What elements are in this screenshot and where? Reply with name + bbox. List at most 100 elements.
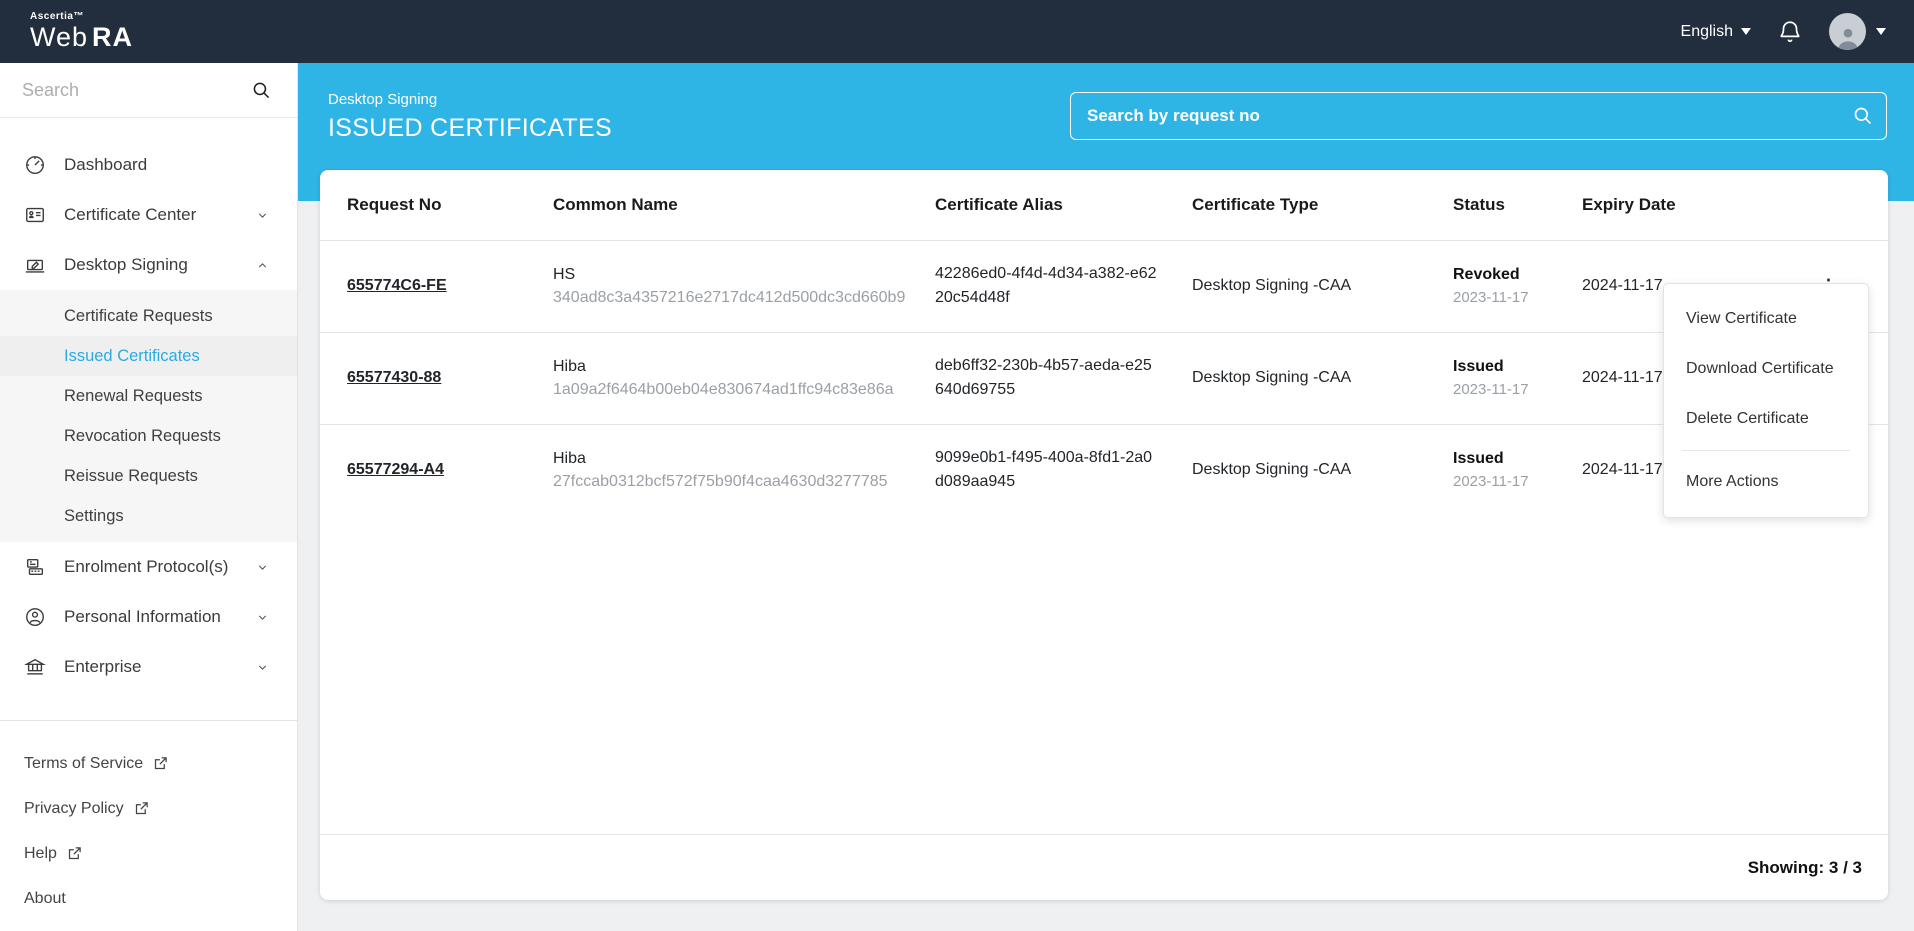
page-header: Desktop Signing ISSUED CERTIFICATES bbox=[328, 91, 612, 143]
common-name: Hiba bbox=[553, 450, 586, 468]
sidebar-item-label: Certificate Center bbox=[64, 205, 197, 224]
column-header-status: Status bbox=[1453, 194, 1505, 214]
topbar-actions: English bbox=[1681, 13, 1886, 50]
chevron-down-icon bbox=[258, 664, 267, 670]
table-footer: Showing: 3 / 3 bbox=[320, 834, 1888, 900]
column-header-certificate-type: Certificate Type bbox=[1192, 194, 1319, 214]
chevron-down-icon bbox=[258, 212, 267, 218]
chevron-down-icon bbox=[1876, 27, 1886, 35]
enrolment-protocol-icon bbox=[26, 558, 44, 576]
chevron-down-icon bbox=[258, 564, 267, 570]
sidebar-search-input[interactable] bbox=[22, 79, 242, 101]
sidebar-item-label: Enterprise bbox=[64, 657, 142, 676]
request-search-button[interactable] bbox=[1840, 93, 1886, 139]
status-badge: Issued bbox=[1453, 357, 1504, 375]
column-header-actions bbox=[1820, 170, 1888, 240]
certificate-alias: deb6ff32-230b-4b57-aeda-e25640d69755 bbox=[935, 331, 1192, 424]
search-icon bbox=[1854, 107, 1872, 125]
certificate-card-icon bbox=[26, 207, 44, 223]
common-name-hash: 340ad8c3a4357216e2717dc412d500dc3cd660b9 bbox=[553, 289, 906, 306]
status-badge: Issued bbox=[1453, 450, 1504, 467]
webra-app: Ascertia™ Web RA English Search Dashboar… bbox=[0, 0, 1914, 931]
menu-item-delete-certificate[interactable]: Delete Certificate bbox=[1664, 394, 1868, 444]
chevron-down-icon bbox=[258, 614, 267, 620]
request-no-link[interactable]: 65577430-88 bbox=[347, 369, 441, 386]
brand-logo: Ascertia™ Web RA bbox=[30, 12, 133, 51]
column-header-common-name: Common Name bbox=[553, 194, 678, 214]
common-name: Hiba bbox=[553, 357, 586, 375]
issued-certificates-card: Request No Common Name Certificate Alias… bbox=[320, 170, 1888, 900]
request-search-input[interactable] bbox=[1071, 106, 1840, 126]
menu-item-view-certificate[interactable]: View Certificate bbox=[1664, 294, 1868, 344]
certificate-alias: 42286ed0-4f4d-4d34-a382-e6220c54d48f bbox=[935, 239, 1192, 332]
sidebar-item-settings[interactable]: Settings bbox=[0, 496, 297, 536]
certificate-type: Desktop Signing -CAA bbox=[1192, 423, 1453, 516]
sidebar-item-enrolment-protocols[interactable]: Enrolment Protocol(s) bbox=[0, 542, 297, 592]
table-row: 65577294-A4 Hiba 27fccab0312bcf572f75b90… bbox=[320, 423, 1888, 516]
sidebar-item-personal-information[interactable]: Personal Information bbox=[0, 592, 297, 642]
status-date: 2023-11-17 bbox=[1453, 288, 1529, 306]
sidebar-item-certificate-requests[interactable]: Certificate Requests bbox=[0, 296, 297, 336]
sidebar-item-label: Enrolment Protocol(s) bbox=[64, 557, 229, 576]
search-icon[interactable] bbox=[252, 81, 271, 100]
user-menu[interactable] bbox=[1829, 13, 1886, 50]
privacy-policy-link[interactable]: Privacy Policy bbox=[24, 786, 297, 831]
person-icon bbox=[26, 608, 44, 626]
common-name-hash: 27fccab0312bcf572f75b90f4caa4630d3277785 bbox=[553, 473, 888, 491]
sidebar-footer: Terms of Service Privacy Policy Help Abo… bbox=[0, 720, 297, 931]
brand-product: Web RA bbox=[30, 22, 134, 52]
page-title: ISSUED CERTIFICATES bbox=[328, 114, 612, 142]
notifications-bell-icon[interactable] bbox=[1777, 19, 1803, 45]
sidebar-item-certificate-center[interactable]: Certificate Center bbox=[0, 190, 297, 240]
about-link[interactable]: About bbox=[24, 876, 297, 921]
brand-company: Ascertia™ bbox=[30, 11, 84, 22]
status-date: 2023-11-17 bbox=[1453, 380, 1529, 398]
request-no-link[interactable]: 65577294-A4 bbox=[347, 461, 444, 478]
topbar: Ascertia™ Web RA English bbox=[0, 0, 1914, 63]
sidebar-item-dashboard[interactable]: Dashboard bbox=[0, 140, 297, 190]
table-header-row: Request No Common Name Certificate Alias… bbox=[320, 170, 1888, 240]
terms-of-service-link[interactable]: Terms of Service bbox=[24, 741, 297, 786]
common-name-hash: 1a09a2f6464b00eb04e830674ad1ffc94c83e86a bbox=[553, 381, 894, 398]
external-link-icon bbox=[135, 802, 148, 815]
common-name: HS bbox=[553, 265, 576, 283]
sidebar-item-label: Dashboard bbox=[64, 155, 148, 174]
column-header-expiry-date: Expiry Date bbox=[1582, 194, 1676, 214]
request-search bbox=[1070, 92, 1887, 140]
request-no-link[interactable]: 655774C6-FE bbox=[347, 277, 447, 294]
row-context-menu: View Certificate Download Certificate De… bbox=[1663, 283, 1869, 518]
sidebar-item-renewal-requests[interactable]: Renewal Requests bbox=[0, 376, 297, 416]
avatar bbox=[1829, 13, 1866, 50]
column-header-certificate-alias: Certificate Alias bbox=[935, 194, 1063, 214]
table-row: 655774C6-FE HS 340ad8c3a4357216e2717dc41… bbox=[320, 239, 1888, 332]
language-selector[interactable]: English bbox=[1681, 23, 1751, 41]
help-link[interactable]: Help bbox=[24, 831, 297, 876]
certificate-type: Desktop Signing -CAA bbox=[1192, 239, 1453, 332]
menu-item-more-actions[interactable]: More Actions bbox=[1664, 457, 1868, 507]
sidebar-item-revocation-requests[interactable]: Revocation Requests bbox=[0, 416, 297, 456]
sidebar-search bbox=[0, 63, 297, 118]
sidebar-item-label: Personal Information bbox=[64, 607, 221, 626]
sidebar-item-issued-certificates[interactable]: Issued Certificates bbox=[0, 336, 297, 376]
language-label: English bbox=[1680, 22, 1733, 40]
issued-certificates-table: Request No Common Name Certificate Alias… bbox=[320, 170, 1888, 516]
chevron-up-icon bbox=[258, 262, 267, 268]
external-link-icon bbox=[155, 757, 167, 770]
dashboard-icon bbox=[26, 156, 44, 174]
chevron-down-icon bbox=[1741, 27, 1751, 35]
sidebar-item-desktop-signing[interactable]: Desktop Signing bbox=[0, 240, 297, 290]
sidebar-item-label: Desktop Signing bbox=[64, 255, 188, 274]
breadcrumb: Desktop Signing bbox=[328, 91, 438, 108]
column-header-request-no: Request No bbox=[347, 194, 442, 214]
status-badge: Revoked bbox=[1453, 265, 1520, 283]
bank-icon bbox=[24, 658, 46, 675]
desktop-signing-icon bbox=[25, 259, 45, 273]
showing-count: Showing: 3 / 3 bbox=[1747, 857, 1862, 877]
certificate-alias: 9099e0b1-f495-400a-8fd1-2a0d089aa945 bbox=[935, 423, 1192, 516]
sidebar-item-reissue-requests[interactable]: Reissue Requests bbox=[0, 456, 297, 496]
sidebar-item-enterprise[interactable]: Enterprise bbox=[0, 642, 297, 692]
external-link-icon bbox=[68, 847, 81, 860]
sidebar: Dashboard Certificate Center Desktop Sig… bbox=[0, 63, 298, 931]
desktop-signing-submenu: Certificate Requests Issued Certificates… bbox=[0, 290, 297, 542]
menu-item-download-certificate[interactable]: Download Certificate bbox=[1664, 344, 1868, 394]
